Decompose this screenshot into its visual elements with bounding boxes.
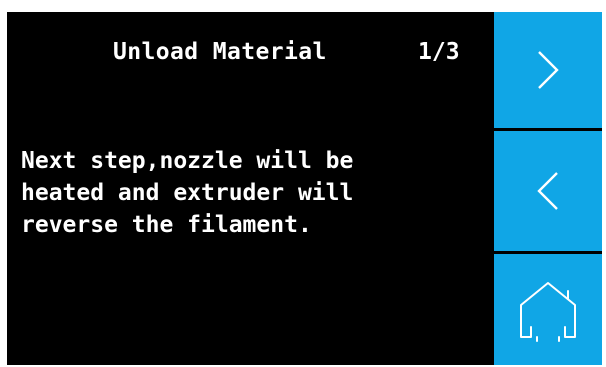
chevron-left-icon: [537, 172, 558, 210]
home-icon: [520, 281, 576, 342]
back-button[interactable]: [494, 131, 602, 251]
next-button[interactable]: [494, 12, 602, 128]
instruction-message: Next step,nozzle will be heated and extr…: [21, 145, 491, 241]
home-button[interactable]: [494, 254, 602, 365]
message-line: heated and extruder will: [21, 180, 354, 206]
message-line: reverse the filament.: [21, 212, 312, 238]
message-line: Next step,nozzle will be: [21, 148, 354, 174]
page-title: Unload Material: [113, 39, 327, 65]
page-indicator: 1/3: [418, 39, 460, 65]
chevron-right-icon: [538, 51, 559, 89]
